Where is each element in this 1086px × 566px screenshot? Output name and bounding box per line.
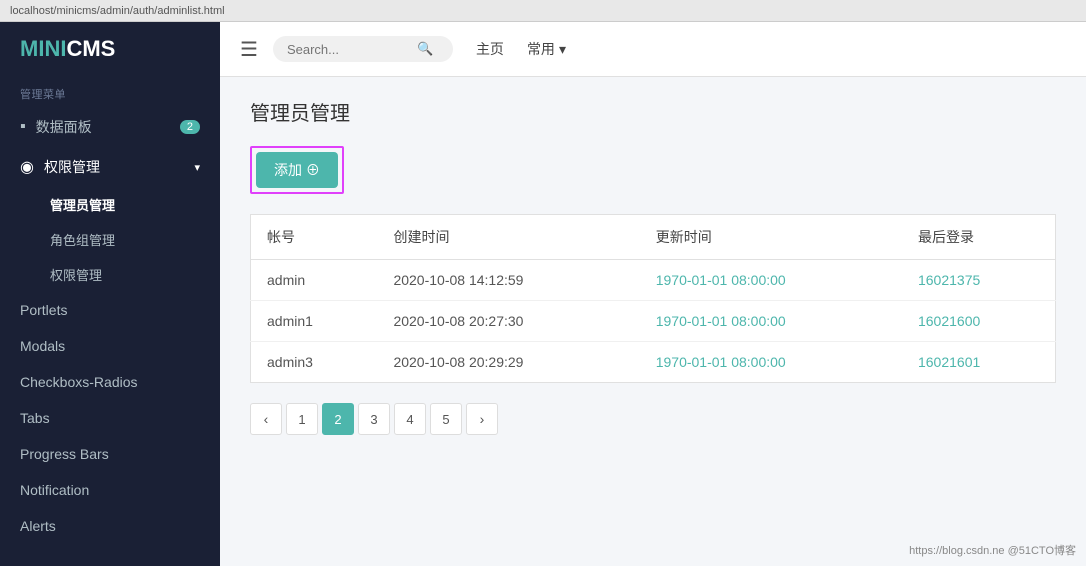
cell-created: 2020-10-08 20:27:30 [377,301,639,342]
sidebar-item-alerts[interactable]: Alerts [0,508,220,544]
pagination-next[interactable]: › [466,403,498,435]
sidebar-label-notification: Notification [20,482,89,498]
table-row: admin3 2020-10-08 20:29:29 1970-01-01 08… [251,342,1056,383]
sidebar-item-tabs[interactable]: Tabs [0,400,220,436]
pagination-page-3[interactable]: 3 [358,403,390,435]
add-button[interactable]: 添加 ⊕ [256,152,338,188]
page-content: 管理员管理 添加 ⊕ 帐号 创建时间 更新时间 最后登录 adm [220,77,1086,566]
watermark: https://blog.csdn.ne @51CTO博客 [909,542,1076,558]
sidebar-item-portlets[interactable]: Portlets [0,292,220,328]
main-content: ☰ 🔍 主页 常用 ▾ 管理员管理 添加 ⊕ 帐号 [220,22,1086,566]
nav-common-label: 常用 [527,39,555,59]
sidebar-label-tabs: Tabs [20,410,50,426]
sidebar-label-permission: 权限管理 [44,157,100,177]
admin-table: 帐号 创建时间 更新时间 最后登录 admin 2020-10-08 14:12… [250,214,1056,383]
dashboard-badge: 2 [180,120,200,134]
cell-created: 2020-10-08 20:29:29 [377,342,639,383]
sidebar-item-perm-manage[interactable]: 权限管理 [0,257,220,292]
cell-updated: 1970-01-01 08:00:00 [640,342,902,383]
hamburger-icon[interactable]: ☰ [240,37,258,62]
col-account: 帐号 [251,215,378,260]
sidebar-label-checkboxs: Checkboxs-Radios [20,374,138,390]
sidebar-item-admin-manage[interactable]: 管理员管理 [0,187,220,222]
sidebar-label-portlets: Portlets [20,302,67,318]
sidebar-item-permission[interactable]: ◉ 权限管理 ▾ [0,147,220,187]
logo-mini: MINI [20,36,66,61]
cell-account: admin1 [251,301,378,342]
search-icon: 🔍 [417,41,433,57]
sidebar-label-role-manage: 角色组管理 [50,233,115,248]
cell-last-login: 16021600 [902,301,1056,342]
table-row: admin1 2020-10-08 20:27:30 1970-01-01 08… [251,301,1056,342]
sidebar-label-alerts: Alerts [20,518,56,534]
browser-bar: localhost/minicms/admin/auth/adminlist.h… [0,0,1086,22]
dashboard-icon: ▪ [20,118,26,136]
sidebar-logo: MINICMS [0,22,220,76]
search-input[interactable] [287,42,417,57]
sidebar-label-progress-bars: Progress Bars [20,446,109,462]
pagination-prev[interactable]: ‹ [250,403,282,435]
nav-home[interactable]: 主页 [468,34,512,64]
sidebar-item-dashboard[interactable]: ▪ 数据面板 2 [0,107,220,147]
nav-common[interactable]: 常用 ▾ [527,39,566,59]
browser-url: localhost/minicms/admin/auth/adminlist.h… [10,5,225,17]
permission-icon: ◉ [20,157,34,177]
permission-chevron-icon: ▾ [194,161,200,174]
pagination-page-2[interactable]: 2 [322,403,354,435]
pagination-page-4[interactable]: 4 [394,403,426,435]
add-button-wrapper: 添加 ⊕ [250,146,344,194]
pagination-page-5[interactable]: 5 [430,403,462,435]
col-updated: 更新时间 [640,215,902,260]
search-box: 🔍 [273,36,453,62]
pagination-page-1[interactable]: 1 [286,403,318,435]
cell-last-login: 16021601 [902,342,1056,383]
sidebar-item-modals[interactable]: Modals [0,328,220,364]
cell-account: admin3 [251,342,378,383]
sidebar-label-admin-manage: 管理员管理 [50,198,115,213]
pagination: ‹ 1 2 3 4 5 › [250,403,1056,435]
sidebar-label-modals: Modals [20,338,65,354]
page-title: 管理员管理 [250,97,1056,126]
cell-created: 2020-10-08 14:12:59 [377,260,639,301]
app-container: MINICMS 管理菜单 ▪ 数据面板 2 ◉ 权限管理 ▾ 管理员管理 角色组… [0,22,1086,566]
cell-last-login: 16021375 [902,260,1056,301]
cell-account: admin [251,260,378,301]
sidebar-label-dashboard: 数据面板 [36,117,92,137]
nav-common-chevron-icon: ▾ [559,41,566,58]
sidebar: MINICMS 管理菜单 ▪ 数据面板 2 ◉ 权限管理 ▾ 管理员管理 角色组… [0,22,220,566]
sidebar-item-notification[interactable]: Notification [0,472,220,508]
col-last-login: 最后登录 [902,215,1056,260]
top-navbar: ☰ 🔍 主页 常用 ▾ [220,22,1086,77]
col-created: 创建时间 [377,215,639,260]
table-body: admin 2020-10-08 14:12:59 1970-01-01 08:… [251,260,1056,383]
sidebar-item-checkboxs[interactable]: Checkboxs-Radios [0,364,220,400]
sidebar-section-label: 管理菜单 [0,76,220,107]
table-row: admin 2020-10-08 14:12:59 1970-01-01 08:… [251,260,1056,301]
sidebar-item-progress-bars[interactable]: Progress Bars [0,436,220,472]
sidebar-label-perm-manage: 权限管理 [50,268,102,283]
cell-updated: 1970-01-01 08:00:00 [640,260,902,301]
sidebar-item-role-manage[interactable]: 角色组管理 [0,222,220,257]
table-header: 帐号 创建时间 更新时间 最后登录 [251,215,1056,260]
cell-updated: 1970-01-01 08:00:00 [640,301,902,342]
logo-cms: CMS [66,36,115,61]
